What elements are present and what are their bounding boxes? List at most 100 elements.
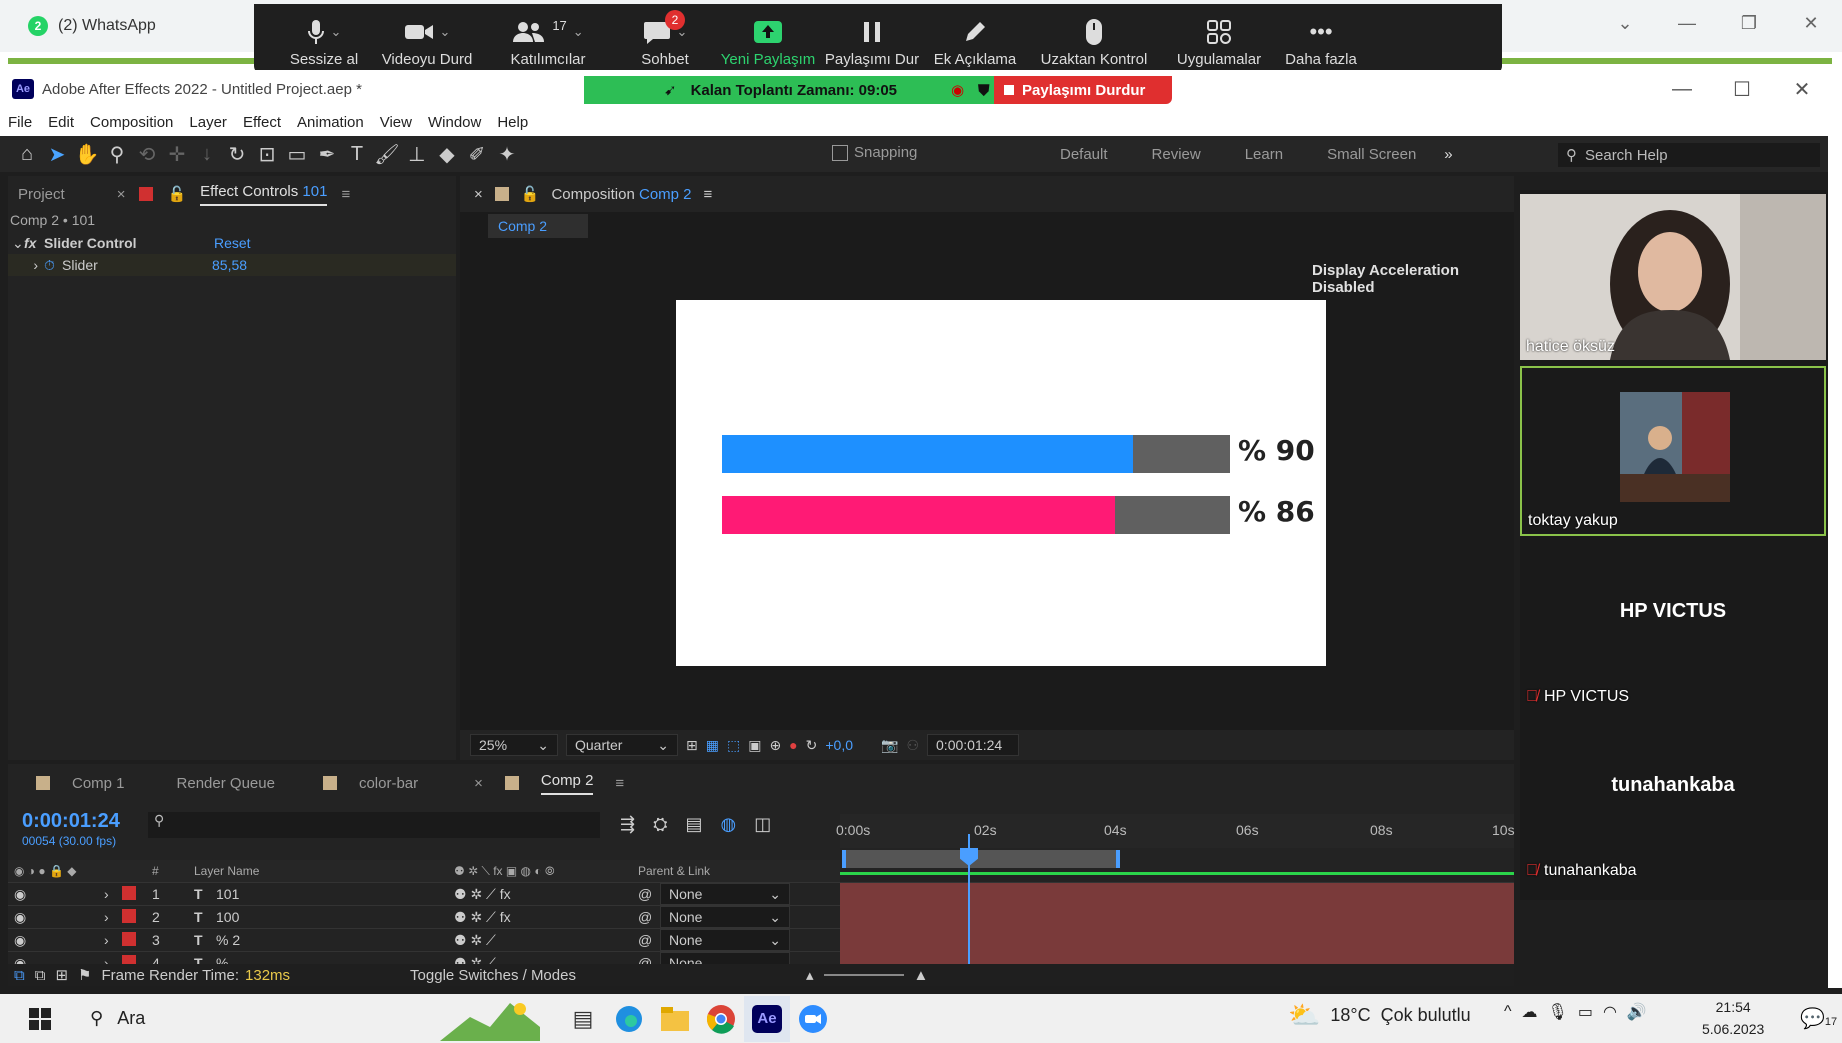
tab-comp-1[interactable]: Comp 1 <box>72 775 125 792</box>
taskbar-search[interactable]: ⚲ Ara <box>80 1008 380 1029</box>
composition-canvas[interactable]: % 90 % 86 <box>676 300 1326 666</box>
resolution-select[interactable]: Quarter ⌄ <box>566 734 678 756</box>
workspace-small-screen[interactable]: Small Screen <box>1305 146 1438 163</box>
timeline-layer-row[interactable]: ◉ › 1 T 101 ⚉ ✲ ⟋ fx @ None ⌄ <box>8 882 840 905</box>
zoom-select[interactable]: 25% ⌄ <box>470 734 558 756</box>
chevron-right-icon[interactable]: › <box>8 257 44 273</box>
pickwhip-icon[interactable]: @ <box>638 886 660 902</box>
file-explorer-icon[interactable] <box>652 996 698 1042</box>
zoom-in-icon[interactable]: ▲ <box>914 967 929 984</box>
current-timecode[interactable]: 0:00:01:24 <box>22 810 120 833</box>
lock-icon[interactable]: 🔓 <box>521 185 540 203</box>
transparency-grid-icon[interactable]: ▦ <box>706 737 719 754</box>
dolly-tool-icon[interactable]: ↓ <box>192 139 222 169</box>
layer-switches[interactable]: ⚉ ✲ ⟋ <box>454 932 638 949</box>
zoom-icon[interactable] <box>790 996 836 1042</box>
pickwhip-icon[interactable]: @ <box>638 932 660 948</box>
remote-control-button[interactable]: Uzaktan Kontrol <box>1026 6 1162 68</box>
menu-view[interactable]: View <box>380 114 412 131</box>
task-view-icon[interactable]: ▤ <box>560 996 606 1042</box>
parent-select[interactable]: None ⌄ <box>660 906 790 928</box>
home-icon[interactable]: ⌂ <box>12 139 42 169</box>
battery-icon[interactable]: ▭ <box>1578 1002 1593 1022</box>
frame-blending-icon[interactable]: ▤ <box>686 814 703 835</box>
after-effects-icon[interactable]: Ae <box>744 995 790 1042</box>
exposure-value[interactable]: +0,0 <box>825 737 853 753</box>
mute-button[interactable]: ⌄ Sessize al <box>276 6 372 68</box>
visibility-eye-icon[interactable]: ◉ <box>8 932 104 949</box>
stopwatch-icon[interactable]: ⏱ <box>44 257 62 274</box>
participant-video-2[interactable]: toktay yakup <box>1520 366 1826 536</box>
taskbar-clock[interactable]: 21:54 5.06.2023 <box>1702 996 1764 1040</box>
chevron-down-icon[interactable]: ⌄ <box>8 235 24 252</box>
menu-layer[interactable]: Layer <box>189 114 227 131</box>
motion-blur-icon[interactable]: ◍ <box>721 814 737 835</box>
weather-widget[interactable]: ⛅ 18°C Çok bulutlu <box>1288 1000 1471 1031</box>
participant-tile-3[interactable]: HP VICTUS 🎙̸ HP VICTUS <box>1520 540 1826 710</box>
close-icon[interactable]: × <box>474 775 483 792</box>
windows-start-button[interactable] <box>0 994 80 1043</box>
layer-tracks[interactable] <box>840 882 1514 974</box>
layer-switches[interactable]: ⚉ ✲ ⟋ fx <box>454 909 638 926</box>
rotate-tool-icon[interactable]: ↻ <box>222 139 252 169</box>
chat-button[interactable]: ⌄ 2 Sohbet <box>614 6 716 68</box>
brush-tool-icon[interactable]: 🖌 <box>372 139 402 169</box>
chevron-right-icon[interactable]: › <box>104 886 122 902</box>
transfer-controls-icon[interactable]: ⊞ <box>55 966 68 984</box>
snapping-checkbox[interactable] <box>832 144 848 161</box>
timeline-search-input[interactable]: ⚲ <box>148 812 600 838</box>
panel-menu-icon[interactable]: ≡ <box>615 775 624 792</box>
region-icon[interactable]: ▣ <box>748 737 761 754</box>
search-highlight-image[interactable] <box>440 997 540 1041</box>
composition-flowchart-icon[interactable]: ⇶ <box>620 814 635 835</box>
maximize-icon[interactable]: ☐ <box>1712 77 1772 102</box>
minimize-icon[interactable]: — <box>1656 13 1718 34</box>
notifications-icon[interactable]: 💬17 <box>1800 1006 1837 1031</box>
menu-animation[interactable]: Animation <box>297 114 364 131</box>
volume-icon[interactable]: 🔊 <box>1627 1002 1647 1022</box>
parent-select[interactable]: None ⌄ <box>660 929 790 951</box>
tab-comp-2[interactable]: Comp 2 <box>540 772 594 795</box>
slider-value[interactable]: 85,58 <box>212 257 247 273</box>
stop-share-button[interactable]: Paylaşımı Durdur <box>994 76 1172 104</box>
comp-mini-flow-icon[interactable]: ⧉ <box>14 967 25 984</box>
new-share-button[interactable]: Yeni Paylaşım <box>716 6 820 68</box>
workspace-learn[interactable]: Learn <box>1223 146 1305 163</box>
stamp-tool-icon[interactable]: ⊥ <box>402 139 432 169</box>
orbit-tool-icon[interactable]: ⟲ <box>132 139 162 169</box>
cloud-icon[interactable]: ☁ <box>1522 1002 1538 1022</box>
eraser-tool-icon[interactable]: ◆ <box>432 139 462 169</box>
pause-share-button[interactable]: Paylaşımı Dur <box>820 6 924 68</box>
chevron-right-icon[interactable]: » <box>1438 146 1458 163</box>
chevron-up-icon[interactable]: ^ <box>1504 1003 1512 1021</box>
time-ruler[interactable] <box>840 814 1514 848</box>
work-area-bar[interactable] <box>842 850 1120 868</box>
chevron-down-icon[interactable]: ⌄ <box>1594 13 1656 34</box>
restore-icon[interactable]: ❐ <box>1718 13 1780 34</box>
in-out-icon[interactable]: ⚑ <box>78 966 91 984</box>
rectangle-tool-icon[interactable]: ▭ <box>282 139 312 169</box>
roto-tool-icon[interactable]: ✐ <box>462 139 492 169</box>
color-channels-icon[interactable]: ● <box>789 737 797 753</box>
effect-row[interactable]: ⌄ fx Slider Control Reset <box>8 232 456 254</box>
show-snapshot-icon[interactable]: ⚇ <box>906 737 919 754</box>
visibility-eye-icon[interactable]: ◉ <box>8 886 104 903</box>
draft-3d-icon[interactable]: ⛭ <box>653 814 667 835</box>
microphone-icon[interactable]: 🎙 <box>1548 1002 1568 1022</box>
lock-icon[interactable]: 🔓 <box>167 185 186 203</box>
parent-select[interactable]: None ⌄ <box>660 883 790 905</box>
menu-file[interactable]: File <box>8 114 32 131</box>
reset-exposure-icon[interactable]: ↻ <box>806 737 818 754</box>
tab-composition[interactable]: Composition Comp 2 <box>551 186 691 203</box>
zoom-tool-icon[interactable]: ⚲ <box>102 139 132 169</box>
close-icon[interactable]: ✕ <box>1780 13 1842 34</box>
menu-effect[interactable]: Effect <box>243 114 281 131</box>
panel-menu-icon[interactable]: ≡ <box>341 186 350 203</box>
more-button[interactable]: ••• Daha fazla <box>1276 6 1366 68</box>
snapshot-icon[interactable]: ⊞ <box>686 737 698 754</box>
participant-video-1[interactable]: hatice öksüz <box>1520 194 1826 360</box>
stop-video-button[interactable]: ⌄ Videoyu Durd <box>372 6 482 68</box>
menu-edit[interactable]: Edit <box>48 114 74 131</box>
mask-icon[interactable]: ⬚ <box>727 737 740 754</box>
chevron-right-icon[interactable]: › <box>104 932 122 948</box>
